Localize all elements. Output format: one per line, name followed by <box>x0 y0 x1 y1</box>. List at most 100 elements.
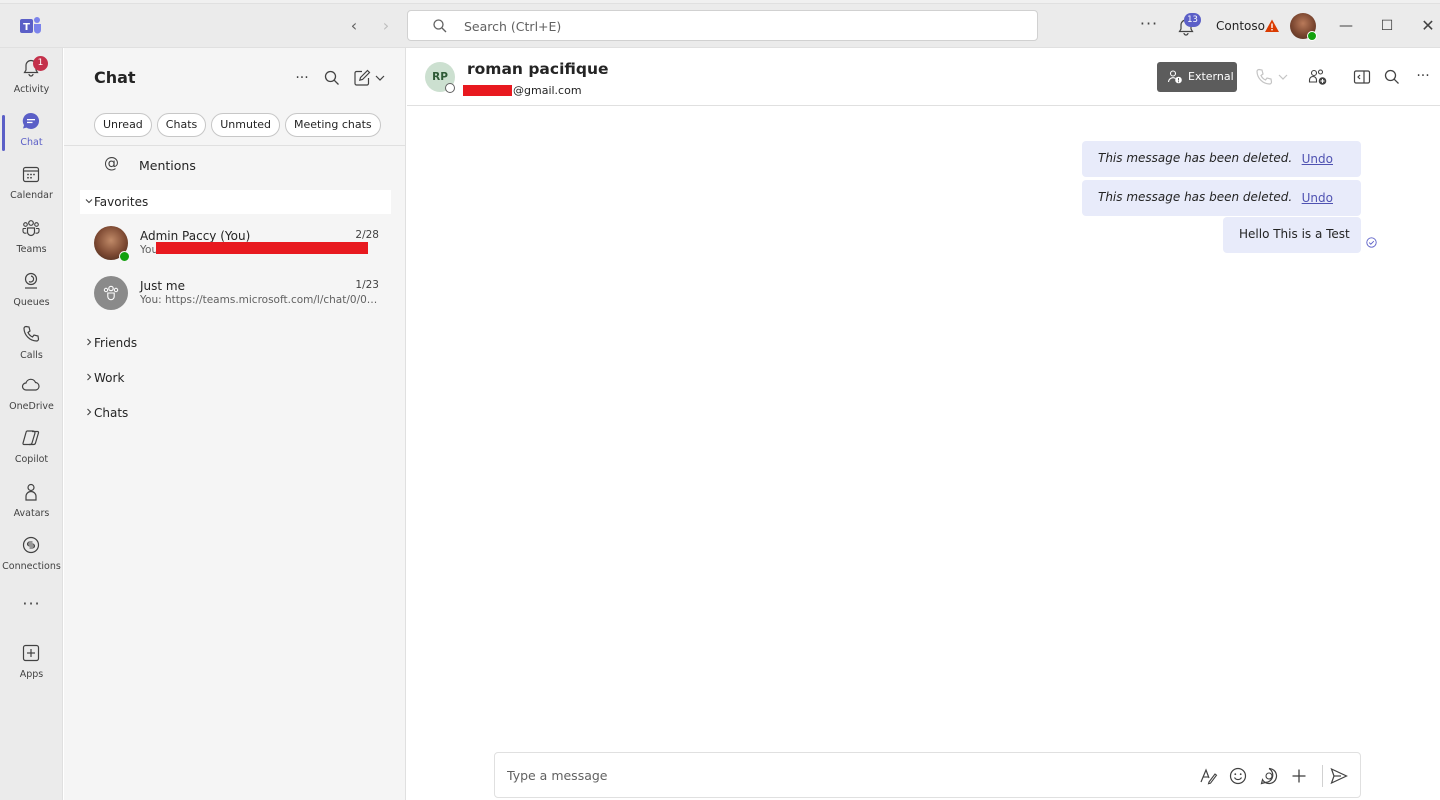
chevron-right-icon <box>87 373 92 381</box>
rail-item-label: Connections <box>2 561 61 572</box>
chat-date: 2/28 <box>355 229 379 241</box>
send-icon[interactable] <box>1329 766 1349 786</box>
rail-item-avatars[interactable]: Avatars <box>0 476 63 528</box>
compose-input[interactable] <box>507 763 1187 787</box>
mentions-label: Mentions <box>139 158 196 173</box>
filter-chip-unread[interactable]: Unread <box>94 113 152 137</box>
conversation-pane: RP roman pacifique @gmail.com External ·… <box>407 48 1440 800</box>
filter-chip-meeting-chats[interactable]: Meeting chats <box>285 113 381 137</box>
rail-item-label: Copilot <box>14 454 49 465</box>
favorites-label: Favorites <box>94 195 149 209</box>
teams-logo-icon[interactable]: T <box>20 16 42 36</box>
rail-item-queues[interactable]: Queues <box>0 265 63 317</box>
more-options-icon[interactable]: ··· <box>292 68 312 88</box>
open-side-panel-icon[interactable] <box>1352 67 1372 87</box>
external-label: External <box>1188 70 1234 83</box>
rail-item-connections[interactable]: Connections <box>0 529 63 581</box>
svg-text:T: T <box>23 22 30 33</box>
undo-link[interactable]: Undo <box>1302 191 1333 205</box>
pane-title: Chat <box>94 68 136 87</box>
chat-icon <box>22 112 40 129</box>
filter-chip-unmuted[interactable]: Unmuted <box>211 113 281 137</box>
group-friends[interactable]: Friends <box>80 331 391 355</box>
group-chats[interactable]: Chats <box>80 401 391 425</box>
redaction-bar <box>156 242 368 254</box>
chevron-right-icon <box>87 408 92 416</box>
org-name[interactable]: Contoso <box>1216 19 1265 33</box>
more-options-icon[interactable]: ··· <box>1413 67 1433 87</box>
message-bubble[interactable]: Hello This is a Test <box>1223 217 1361 253</box>
divider <box>64 145 405 146</box>
search-icon[interactable] <box>1382 67 1402 87</box>
group-label: Chats <box>94 406 129 420</box>
presence-available-icon <box>1307 31 1317 41</box>
external-badge-button[interactable]: External <box>1157 62 1237 92</box>
chat-list-item[interactable]: Just me 1/23 You: https://teams.microsof… <box>80 272 391 318</box>
back-arrow-icon[interactable]: ‹ <box>344 16 364 36</box>
rail-item-activity[interactable]: 1 Activity <box>0 52 63 104</box>
call-disabled-icon[interactable] <box>1254 67 1290 87</box>
phone-icon <box>23 325 40 342</box>
message-text: This message has been deleted. <box>1098 151 1293 165</box>
chat-preview: You: https://teams.microsoft.com/l/chat/… <box>140 294 382 306</box>
add-icon[interactable] <box>1289 766 1309 786</box>
undo-link[interactable]: Undo <box>1302 152 1333 166</box>
conversation-header: RP roman pacifique @gmail.com External ·… <box>407 48 1440 106</box>
rail-item-label: Avatars <box>13 508 50 519</box>
chat-list-item[interactable]: Admin Paccy (You) 2/28 You: <box>80 222 391 268</box>
rail-item-calls[interactable]: Calls <box>0 318 63 370</box>
rail-item-chat[interactable]: Chat <box>0 105 63 157</box>
new-chat-icon[interactable] <box>352 68 388 88</box>
message-composer[interactable] <box>494 752 1361 798</box>
group-avatar-icon <box>94 276 128 310</box>
calendar-icon <box>22 166 40 183</box>
avatar-person-icon <box>25 483 37 501</box>
presence-available-icon <box>119 251 130 262</box>
chevron-right-icon <box>87 338 92 346</box>
search-icon[interactable] <box>322 68 342 88</box>
rail-item-label: OneDrive <box>9 401 54 412</box>
group-label: Friends <box>94 336 138 350</box>
title-bar: T ‹ › ··· 13 Contoso — ☐ ✕ <box>0 4 1440 48</box>
search-box[interactable] <box>407 10 1038 41</box>
add-people-icon[interactable] <box>1308 67 1328 87</box>
rail-item-copilot[interactable]: Copilot <box>0 422 63 474</box>
filter-chip-chats[interactable]: Chats <box>156 113 207 137</box>
message-bubble[interactable]: This message has been deleted. Undo <box>1082 141 1361 177</box>
presence-offline-icon <box>445 83 455 93</box>
minimize-icon[interactable]: — <box>1336 16 1356 36</box>
rail-item-onedrive[interactable]: OneDrive <box>0 369 63 421</box>
group-label: Work <box>94 371 125 385</box>
message-text: This message has been deleted. <box>1098 190 1293 204</box>
add-apps-icon <box>22 644 40 662</box>
chat-date: 1/23 <box>355 279 379 291</box>
close-icon[interactable]: ✕ <box>1418 16 1438 36</box>
favorites-header[interactable]: Favorites <box>80 190 391 214</box>
chevron-down-icon <box>85 199 93 204</box>
app-rail: 1 Activity Chat Calendar Teams Queues Ca… <box>0 48 63 800</box>
at-mention-icon: @ <box>104 154 119 172</box>
search-icon <box>433 19 447 33</box>
rail-item-label: Queues <box>13 297 50 308</box>
more-apps-icon[interactable]: ··· <box>0 594 63 613</box>
emoji-icon[interactable] <box>1228 766 1248 786</box>
rail-item-calendar[interactable]: Calendar <box>0 158 63 210</box>
filter-chips: Unread Chats Unmuted Meeting chats <box>94 113 381 139</box>
rail-item-teams[interactable]: Teams <box>0 212 63 264</box>
group-work[interactable]: Work <box>80 366 391 390</box>
rail-item-label: Apps <box>19 669 44 680</box>
teams-people-icon <box>22 220 40 237</box>
contact-email: @gmail.com <box>513 84 582 97</box>
forward-arrow-icon[interactable]: › <box>376 16 396 36</box>
settings-more-icon[interactable]: ··· <box>1138 15 1160 37</box>
queues-icon <box>24 272 38 289</box>
maximize-icon[interactable]: ☐ <box>1377 16 1397 36</box>
message-bubble[interactable]: This message has been deleted. Undo <box>1082 180 1361 216</box>
format-icon[interactable] <box>1198 766 1218 786</box>
rail-item-apps[interactable]: Apps <box>0 637 63 689</box>
loop-component-icon[interactable] <box>1259 766 1279 786</box>
mentions-item[interactable]: @ Mentions <box>80 148 391 182</box>
search-input[interactable] <box>464 15 1024 37</box>
rail-item-label: Teams <box>16 244 47 255</box>
rail-item-label: Calls <box>20 350 43 361</box>
